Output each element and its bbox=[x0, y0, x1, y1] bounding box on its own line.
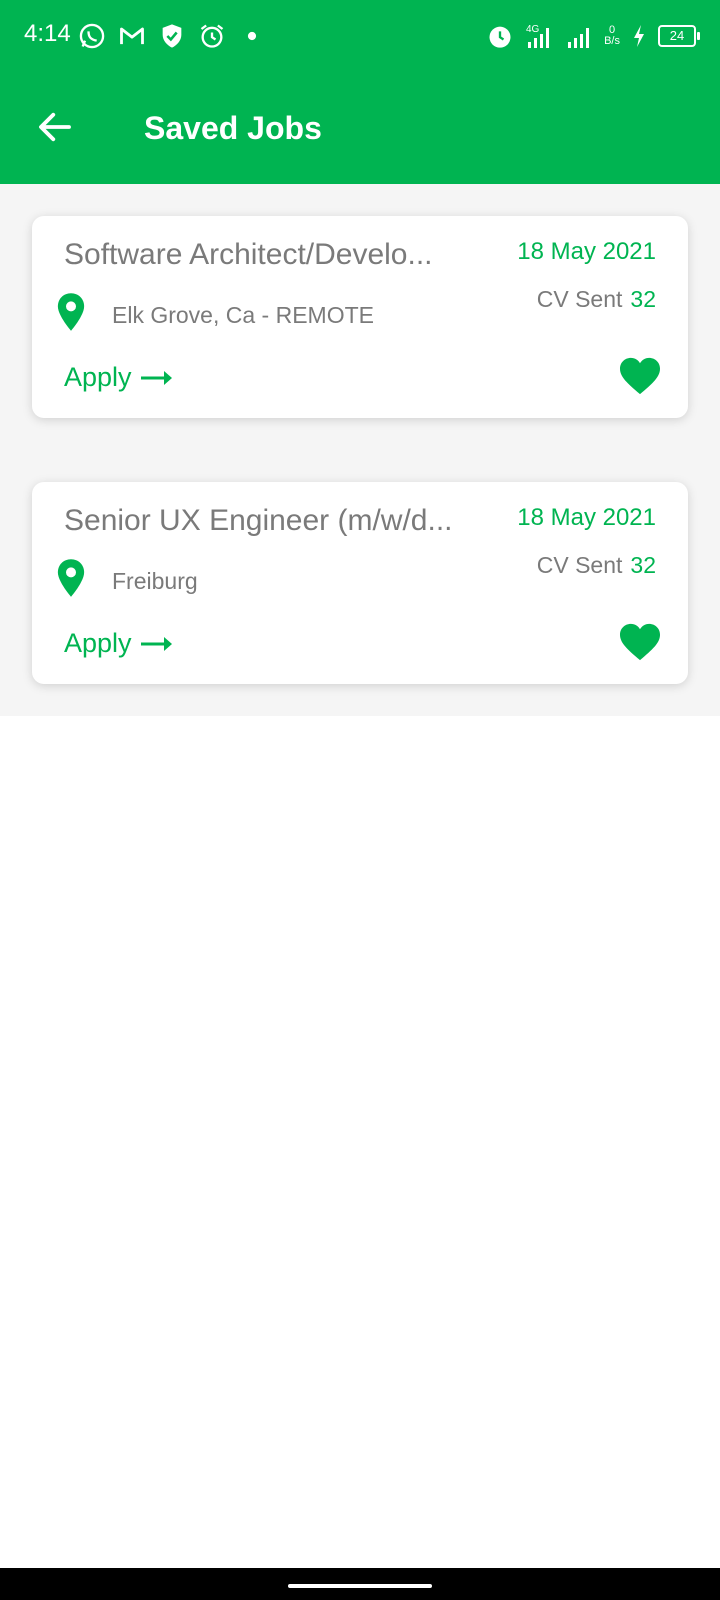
apply-label: Apply bbox=[64, 628, 132, 658]
apply-button[interactable]: Apply bbox=[64, 628, 174, 659]
job-card[interactable]: Software Architect/Develo... 18 May 2021… bbox=[32, 216, 688, 418]
home-gesture-handle[interactable] bbox=[288, 1584, 432, 1588]
cv-sent-label: CV Sent bbox=[536, 552, 623, 578]
cv-sent: CV Sent 32 bbox=[537, 552, 656, 579]
job-title: Software Architect/Develo... bbox=[64, 238, 433, 271]
saved-heart-button[interactable] bbox=[618, 356, 662, 396]
shield-icon bbox=[158, 22, 186, 50]
status-time: 4:14 bbox=[24, 20, 71, 47]
apply-button[interactable]: Apply bbox=[64, 362, 174, 393]
apply-label: Apply bbox=[64, 362, 132, 392]
arrow-left-icon bbox=[39, 112, 71, 142]
charging-icon bbox=[630, 22, 648, 50]
alarm-icon bbox=[486, 22, 514, 50]
location-pin-icon bbox=[56, 292, 86, 332]
job-location: Freiburg bbox=[112, 568, 198, 594]
job-title: Senior UX Engineer (m/w/d... bbox=[64, 504, 453, 537]
cv-sent-label: CV Sent bbox=[536, 286, 623, 312]
status-notification-icons bbox=[78, 20, 266, 52]
network-type-label: 4G bbox=[526, 24, 540, 35]
status-bar: 4:14 4G 0 B/s 24 bbox=[0, 0, 720, 72]
heart-icon bbox=[620, 357, 660, 395]
heart-icon bbox=[620, 623, 660, 661]
gmail-icon bbox=[118, 22, 146, 50]
saved-jobs-list: Software Architect/Develo... 18 May 2021… bbox=[0, 184, 720, 716]
page-title: Saved Jobs bbox=[144, 110, 322, 146]
status-system-icons: 4G 0 B/s 24 bbox=[486, 18, 700, 54]
back-button[interactable] bbox=[34, 106, 76, 148]
cv-sent-count: 32 bbox=[630, 286, 656, 312]
list-item: Software Architect/Develo... 18 May 2021… bbox=[0, 184, 720, 450]
job-date: 18 May 2021 bbox=[517, 238, 656, 265]
job-date: 18 May 2021 bbox=[517, 504, 656, 531]
net-speed-unit: B/s bbox=[604, 35, 620, 47]
net-speed: 0 B/s bbox=[604, 25, 620, 47]
cv-sent-count: 32 bbox=[630, 552, 656, 578]
system-nav-bar bbox=[0, 1568, 720, 1600]
list-item: Senior UX Engineer (m/w/d... 18 May 2021… bbox=[0, 450, 720, 716]
dot-icon bbox=[238, 22, 266, 50]
battery-icon: 24 bbox=[658, 25, 700, 47]
signal-icon bbox=[564, 22, 594, 50]
signal-icon: 4G bbox=[524, 22, 554, 50]
job-card[interactable]: Senior UX Engineer (m/w/d... 18 May 2021… bbox=[32, 482, 688, 684]
arrow-right-icon bbox=[140, 368, 174, 388]
cv-sent: CV Sent 32 bbox=[537, 286, 656, 313]
whatsapp-icon bbox=[78, 22, 106, 50]
location-pin-icon bbox=[56, 558, 86, 598]
saved-heart-button[interactable] bbox=[618, 622, 662, 662]
arrow-right-icon bbox=[140, 634, 174, 654]
alarm-icon bbox=[198, 22, 226, 50]
app-bar: Saved Jobs bbox=[0, 72, 720, 184]
job-location: Elk Grove, Ca - REMOTE bbox=[112, 302, 374, 328]
